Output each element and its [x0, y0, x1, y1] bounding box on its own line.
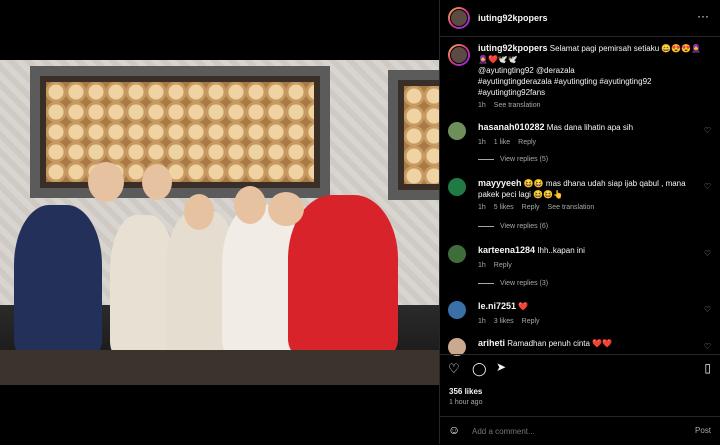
share-icon[interactable]: ➤ — [496, 360, 506, 374]
see-translation-button[interactable]: See translation — [548, 204, 595, 211]
person-3-head — [184, 194, 214, 230]
comment: le.ni7251 ❤️ 1h 3 likes Reply — [478, 301, 697, 325]
comment-text: Ramadhan penuh cinta ❤️❤️ — [507, 339, 613, 348]
view-replies-button[interactable]: View replies (3) — [478, 280, 548, 287]
person-5-head — [268, 192, 304, 226]
more-options-icon[interactable]: ··· — [697, 9, 709, 23]
comment-username[interactable]: le.ni7251 — [478, 301, 516, 311]
comment-likes[interactable]: 1 like — [494, 139, 510, 146]
comment-username[interactable]: karteena1284 — [478, 245, 535, 255]
person-5 — [288, 195, 398, 355]
comment-time: 1h — [478, 318, 486, 325]
comment-like-icon[interactable]: ♡ — [704, 126, 711, 135]
post-photo[interactable] — [0, 60, 439, 385]
comment-avatar[interactable] — [448, 245, 466, 263]
comment: hasanah010282 Mas dana lihatin apa sih 1… — [478, 122, 697, 146]
view-replies-button[interactable]: View replies (6) — [478, 223, 548, 230]
post-header: iuting92kpopers ··· — [440, 0, 720, 37]
emoji-icon[interactable]: ☺ — [448, 423, 460, 437]
comment: karteena1284 Ihh..kapan ini 1h Reply — [478, 245, 697, 269]
comment-avatar[interactable] — [448, 122, 466, 140]
comment-avatar[interactable] — [448, 178, 466, 196]
person-2-head — [142, 164, 172, 200]
comment-like-icon[interactable]: ♡ — [704, 342, 711, 351]
comment-text: Ihh..kapan ini — [537, 246, 585, 255]
caption: iuting92kpopers Selamat pagi pemirsah se… — [478, 43, 710, 109]
comment-text: ❤️ — [518, 302, 529, 311]
wall-frame-right — [388, 70, 439, 200]
comment: mayyyeeh 😆😆 mas dhana udah siap ijab qab… — [478, 178, 697, 211]
comment-input[interactable] — [470, 423, 674, 439]
comment-username[interactable]: hasanah010282 — [478, 122, 545, 132]
caption-username[interactable]: iuting92kpopers — [478, 43, 548, 53]
dining-table — [0, 350, 439, 385]
post-actions: ♡ ◯ ➤ ▯ 356 likes 1 hour ago — [440, 354, 720, 417]
post-time: 1 hour ago — [449, 399, 483, 406]
view-replies-button[interactable]: View replies (5) — [478, 156, 548, 163]
comment-username[interactable]: ariheti — [478, 338, 505, 348]
comment-like-icon[interactable]: ♡ — [704, 182, 711, 191]
comment-time: 1h — [478, 262, 486, 269]
comment-time: 1h — [478, 139, 486, 146]
reply-button[interactable]: Reply — [522, 204, 540, 211]
comment-text: Mas dana lihatin apa sih — [546, 123, 634, 132]
reply-button[interactable]: Reply — [518, 139, 536, 146]
comment-time: 1h — [478, 204, 486, 211]
caption-avatar[interactable] — [448, 44, 470, 66]
comment: ariheti Ramadhan penuh cinta ❤️❤️ — [478, 338, 697, 349]
caption-see-translation[interactable]: See translation — [494, 102, 541, 109]
bookmark-icon[interactable]: ▯ — [704, 361, 711, 375]
comment-likes[interactable]: 5 likes — [494, 204, 514, 211]
post-sidebar: iuting92kpopers ··· iuting92kpopers Sela… — [439, 0, 720, 444]
comment-icon[interactable]: ◯ — [472, 361, 487, 377]
caption-time: 1h — [478, 102, 486, 109]
wall-frame — [30, 66, 330, 198]
reply-button[interactable]: Reply — [494, 262, 512, 269]
person-1 — [14, 205, 102, 355]
comment-like-icon[interactable]: ♡ — [704, 305, 711, 314]
comment-username[interactable]: mayyyeeh — [478, 178, 522, 188]
author-username[interactable]: iuting92kpopers — [478, 13, 548, 23]
add-comment-bar: ☺ Post — [440, 416, 720, 445]
comment-likes[interactable]: 3 likes — [494, 318, 514, 325]
reply-button[interactable]: Reply — [522, 318, 540, 325]
heart-icon[interactable]: ♡ — [448, 361, 460, 377]
author-avatar[interactable] — [448, 7, 470, 29]
comment-like-icon[interactable]: ♡ — [704, 249, 711, 258]
person-4-head — [234, 186, 266, 224]
likes-count[interactable]: 356 likes — [449, 387, 482, 396]
post-image-pane — [0, 0, 439, 444]
post-comment-button[interactable]: Post — [695, 426, 711, 435]
comment-avatar[interactable] — [448, 301, 466, 319]
person-1-head — [88, 162, 124, 202]
